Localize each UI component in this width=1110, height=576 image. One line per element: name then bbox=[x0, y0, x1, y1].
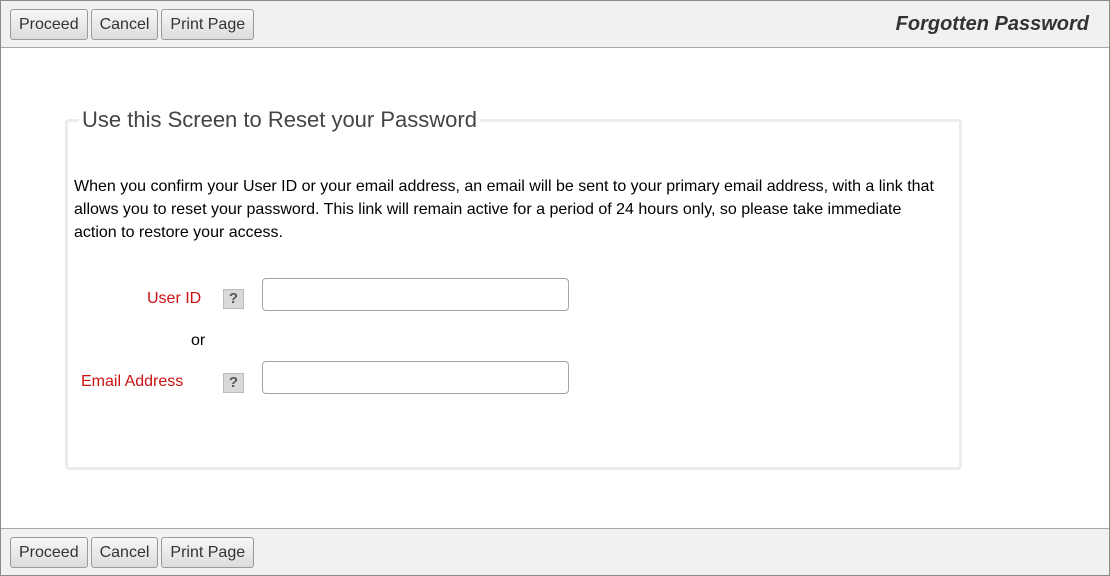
proceed-button-bottom[interactable]: Proceed bbox=[10, 536, 88, 568]
cancel-button-bottom[interactable]: Cancel bbox=[90, 536, 159, 568]
page-title: Forgotten Password bbox=[895, 13, 1089, 35]
app-window: Proceed Cancel Print Page Forgotten Pass… bbox=[0, 0, 1110, 576]
or-separator: or bbox=[191, 332, 206, 349]
email-address-input[interactable] bbox=[262, 361, 569, 394]
proceed-button[interactable]: Proceed bbox=[10, 8, 88, 40]
print-page-button-bottom[interactable]: Print Page bbox=[161, 536, 255, 568]
user-id-label: User ID bbox=[147, 290, 202, 307]
intro-text: When you confirm your User ID or your em… bbox=[74, 178, 934, 241]
top-toolbar: Proceed Cancel Print Page Forgotten Pass… bbox=[1, 1, 1109, 48]
print-page-button[interactable]: Print Page bbox=[161, 8, 255, 40]
cancel-button[interactable]: Cancel bbox=[90, 8, 159, 40]
panel-legend: Use this Screen to Reset your Password bbox=[82, 107, 477, 132]
email-address-label: Email Address bbox=[81, 373, 184, 390]
email-help-icon[interactable]: ? bbox=[223, 373, 244, 393]
user-id-input[interactable] bbox=[262, 278, 569, 311]
user-id-help-icon[interactable]: ? bbox=[223, 289, 244, 309]
bottom-toolbar: Proceed Cancel Print Page bbox=[1, 528, 1109, 575]
